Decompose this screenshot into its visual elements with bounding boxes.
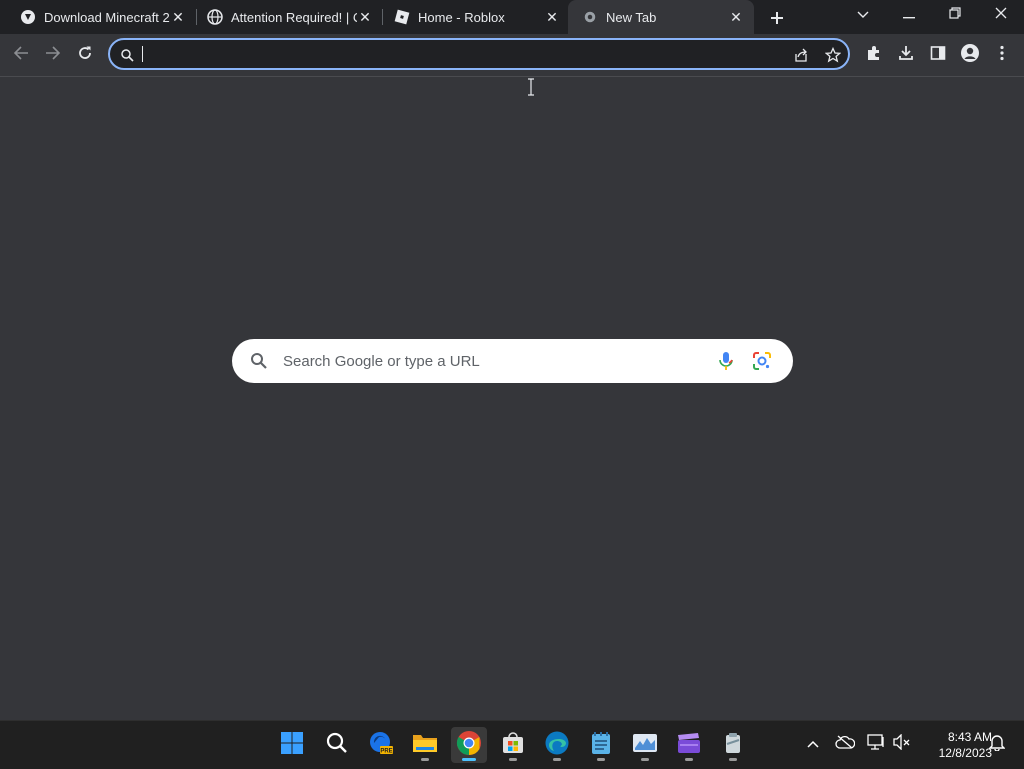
taskbar-task-manager[interactable] xyxy=(627,727,663,763)
tab-title: New Tab xyxy=(606,9,657,25)
windows-icon xyxy=(280,731,304,760)
restore-icon xyxy=(949,6,961,24)
menu-button[interactable] xyxy=(989,42,1015,68)
text-cursor-icon xyxy=(526,78,536,96)
taskbar-file-explorer[interactable] xyxy=(407,727,443,763)
taskbar-app[interactable] xyxy=(715,727,751,763)
search-icon xyxy=(250,352,268,370)
roblox-icon xyxy=(394,9,410,25)
ntp-search-box[interactable]: Search Google or type a URL xyxy=(232,339,793,383)
avatar-icon xyxy=(960,43,980,68)
bell-icon xyxy=(988,733,1006,756)
bookmark-star-icon[interactable] xyxy=(824,46,842,64)
chrome-icon xyxy=(456,730,482,761)
tab-title: Download Minecraft 2 xyxy=(44,9,170,25)
side-panel-button[interactable] xyxy=(925,42,951,68)
close-icon[interactable]: ✕ xyxy=(170,9,186,25)
kebab-menu-icon xyxy=(1000,45,1004,66)
running-indicator xyxy=(553,758,561,761)
taskbar-chrome[interactable] xyxy=(451,727,487,763)
edge-pre-icon: PRE xyxy=(368,730,394,761)
tab-new-tab[interactable]: New Tab ✕ xyxy=(568,0,754,34)
close-icon[interactable]: ✕ xyxy=(357,9,373,25)
tab-title: Home - Roblox xyxy=(418,9,505,25)
app-icon xyxy=(721,731,745,760)
cloud-offline-icon xyxy=(835,735,856,754)
folder-icon xyxy=(412,732,438,759)
clapper-icon xyxy=(676,731,702,760)
taskbar: PRE 8:43 AM 12/8/2023 xyxy=(0,720,1024,769)
extensions-button[interactable] xyxy=(861,42,887,68)
search-icon xyxy=(118,46,136,64)
taskbar-clock[interactable]: 8:43 AM 12/8/2023 xyxy=(918,729,992,761)
task-manager-icon xyxy=(632,732,658,759)
address-bar[interactable] xyxy=(108,38,850,70)
google-lens-icon[interactable] xyxy=(752,351,772,371)
globe-icon xyxy=(207,9,223,25)
notifications-button[interactable] xyxy=(986,733,1008,755)
clock-time: 8:43 AM xyxy=(947,730,992,744)
close-window-button[interactable] xyxy=(978,0,1024,30)
tab-strip: Download Minecraft 2 ✕ Attention Require… xyxy=(0,0,1024,34)
chevron-up-icon xyxy=(807,735,819,753)
network-icon xyxy=(866,733,886,756)
running-indicator xyxy=(685,758,693,761)
microphone-icon[interactable] xyxy=(718,351,734,371)
edge-icon xyxy=(544,730,570,761)
download-icon xyxy=(898,45,914,66)
network-tray-button[interactable] xyxy=(865,733,887,755)
forward-button[interactable] xyxy=(40,42,66,68)
clock-date: 12/8/2023 xyxy=(938,746,992,760)
tab-home-roblox[interactable]: Home - Roblox ✕ xyxy=(374,0,570,34)
downloads-button[interactable] xyxy=(893,42,919,68)
taskbar-store[interactable] xyxy=(495,727,531,763)
back-button[interactable] xyxy=(8,42,34,68)
taskbar-edge[interactable] xyxy=(539,727,575,763)
restore-button[interactable] xyxy=(932,0,978,30)
tab-attention-required[interactable]: Attention Required! | C ✕ xyxy=(187,0,383,34)
forward-arrow-icon xyxy=(45,45,61,66)
tab-search-button[interactable] xyxy=(840,0,886,30)
tab-title: Attention Required! | C xyxy=(231,9,357,25)
taskbar-edge-preview[interactable]: PRE xyxy=(363,727,399,763)
search-icon xyxy=(326,732,348,759)
taskbar-search-button[interactable] xyxy=(319,727,355,763)
running-indicator xyxy=(462,758,476,761)
close-icon[interactable]: ✕ xyxy=(728,9,744,25)
chrome-icon xyxy=(582,9,598,25)
running-indicator xyxy=(597,758,605,761)
minimize-icon xyxy=(903,6,915,24)
side-panel-icon xyxy=(930,45,946,66)
close-icon xyxy=(995,6,1007,24)
back-arrow-icon xyxy=(13,45,29,66)
new-tab-button[interactable] xyxy=(766,7,788,29)
onedrive-tray-button[interactable] xyxy=(834,733,856,755)
store-icon xyxy=(501,731,525,760)
minecraft-site-icon xyxy=(20,9,36,25)
share-icon[interactable] xyxy=(792,46,810,64)
minimize-button[interactable] xyxy=(886,0,932,30)
reload-icon xyxy=(77,45,93,66)
profile-button[interactable] xyxy=(957,42,983,68)
running-indicator xyxy=(641,758,649,761)
notepad-icon xyxy=(590,731,612,760)
running-indicator xyxy=(729,758,737,761)
chevron-down-icon xyxy=(857,6,869,24)
address-input[interactable] xyxy=(142,44,746,66)
pre-badge: PRE xyxy=(380,748,392,754)
volume-tray-button[interactable] xyxy=(891,732,913,755)
search-placeholder: Search Google or type a URL xyxy=(283,353,480,370)
tab-download-minecraft[interactable]: Download Minecraft 2 ✕ xyxy=(0,0,196,34)
volume-muted-icon xyxy=(893,732,911,755)
reload-button[interactable] xyxy=(72,42,98,68)
running-indicator xyxy=(509,758,517,761)
running-indicator xyxy=(421,758,429,761)
show-hidden-icons-button[interactable] xyxy=(802,733,824,755)
taskbar-clipchamp[interactable] xyxy=(671,727,707,763)
puzzle-icon xyxy=(866,45,882,66)
browser-toolbar xyxy=(0,34,1024,96)
close-icon[interactable]: ✕ xyxy=(544,9,560,25)
start-button[interactable] xyxy=(274,727,310,763)
taskbar-notepad[interactable] xyxy=(583,727,619,763)
